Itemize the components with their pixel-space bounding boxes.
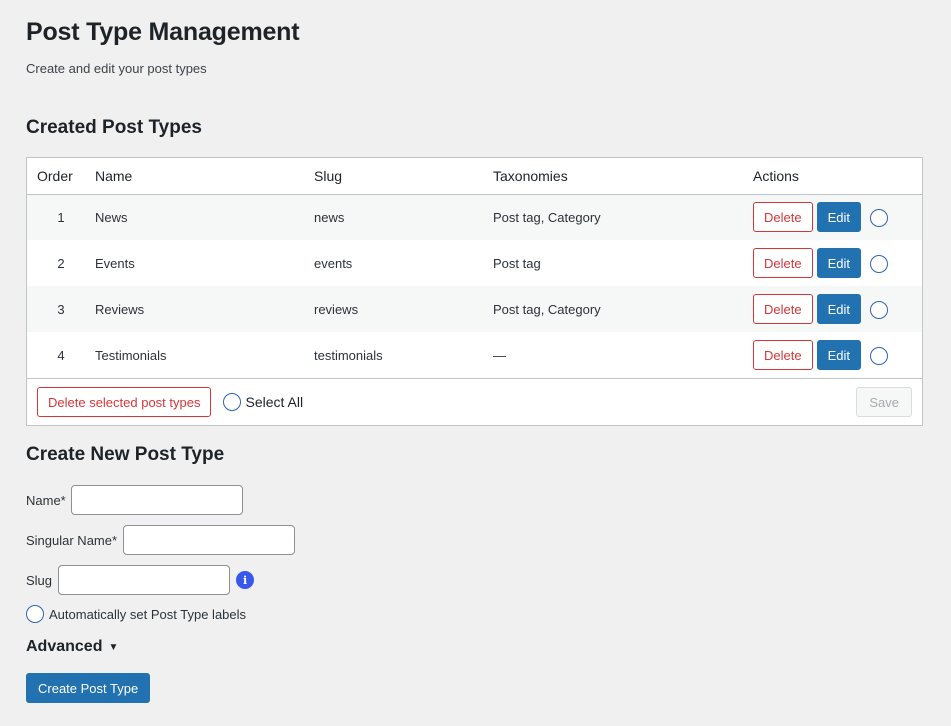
row-select-radio[interactable]: [869, 209, 888, 228]
column-header-taxonomies: Taxonomies: [493, 158, 753, 195]
row-actions: Delete Edit: [753, 194, 922, 240]
row-slug: news: [314, 209, 345, 225]
table-row: 1 News news Post tag, Category Delete Ed…: [27, 194, 922, 240]
name-field-row: Name*: [26, 485, 243, 515]
table-row: 4 Testimonials testimonials — Delete Edi…: [27, 332, 922, 378]
table-row: 2 Events events Post tag Delete Edit: [27, 240, 922, 286]
edit-button[interactable]: Edit: [816, 202, 861, 233]
table-footer: Delete selected post types Select All Sa…: [27, 378, 922, 425]
column-header-slug: Slug: [314, 158, 493, 195]
auto-labels-radio[interactable]: [26, 605, 44, 623]
row-actions: Delete Edit: [753, 240, 922, 286]
edit-button[interactable]: Edit: [816, 340, 861, 370]
create-post-type-button[interactable]: Create Post Type: [26, 673, 151, 703]
row-name: Reviews: [95, 301, 145, 317]
page-subtitle: Create and edit your post types: [26, 61, 207, 76]
post-types-table-panel: Order Name Slug Taxonomies Actions 1 New…: [26, 157, 923, 426]
row-name: Events: [95, 255, 135, 271]
row-order: 2: [57, 255, 65, 271]
row-select-radio[interactable]: [869, 301, 888, 319]
created-post-types-heading: Created Post Types: [26, 117, 202, 138]
advanced-toggle[interactable]: Advanced ▼: [26, 638, 118, 656]
table-header-row: Order Name Slug Taxonomies Actions: [27, 158, 922, 195]
delete-button[interactable]: Delete: [753, 340, 813, 370]
column-header-actions: Actions: [753, 158, 922, 195]
save-button[interactable]: Save: [856, 387, 912, 417]
slug-input[interactable]: [58, 565, 231, 595]
row-taxonomies: Post tag, Category: [493, 209, 601, 225]
page-title: Post Type Management: [26, 18, 300, 46]
delete-selected-button[interactable]: Delete selected post types: [37, 387, 212, 417]
row-order: 3: [57, 301, 65, 317]
row-select-radio[interactable]: [869, 255, 888, 273]
column-header-order: Order: [27, 158, 95, 195]
auto-labels-label: Automatically set Post Type labels: [49, 606, 247, 622]
row-name: News: [95, 209, 128, 225]
delete-button[interactable]: Delete: [753, 202, 813, 233]
table-row: 3 Reviews reviews Post tag, Category Del…: [27, 286, 922, 332]
row-slug: testimonials: [314, 347, 383, 363]
delete-button[interactable]: Delete: [753, 294, 813, 324]
singular-name-input[interactable]: [123, 525, 296, 555]
singular-name-label: Singular Name*: [26, 532, 118, 548]
row-taxonomies: Post tag, Category: [493, 301, 601, 317]
slug-field-row: Slug i: [26, 565, 255, 595]
row-select-radio[interactable]: [869, 347, 888, 365]
create-post-type-heading: Create New Post Type: [26, 444, 225, 465]
row-name: Testimonials: [95, 347, 167, 363]
caret-down-icon: ▼: [108, 641, 119, 653]
row-actions: Delete Edit: [753, 332, 922, 378]
post-types-table: Order Name Slug Taxonomies Actions 1 New…: [27, 158, 922, 378]
row-taxonomies: Post tag: [493, 255, 541, 271]
column-header-name: Name: [95, 158, 314, 195]
auto-labels-control[interactable]: Automatically set Post Type labels: [26, 605, 246, 623]
edit-button[interactable]: Edit: [816, 248, 861, 278]
name-label: Name*: [26, 492, 66, 508]
select-all-control[interactable]: Select All: [223, 393, 303, 411]
row-order: 4: [57, 347, 65, 363]
advanced-label: Advanced: [26, 638, 103, 655]
row-slug: events: [314, 255, 353, 271]
slug-label: Slug: [26, 572, 53, 588]
info-icon[interactable]: i: [236, 571, 255, 589]
row-actions: Delete Edit: [753, 286, 922, 332]
select-all-label: Select All: [245, 394, 304, 410]
row-taxonomies: —: [493, 347, 506, 363]
name-input[interactable]: [70, 485, 243, 515]
singular-name-field-row: Singular Name*: [26, 525, 296, 555]
select-all-radio[interactable]: [223, 393, 242, 411]
edit-button[interactable]: Edit: [816, 294, 861, 324]
row-order: 1: [57, 209, 65, 225]
delete-button[interactable]: Delete: [753, 248, 813, 278]
row-slug: reviews: [314, 301, 359, 317]
